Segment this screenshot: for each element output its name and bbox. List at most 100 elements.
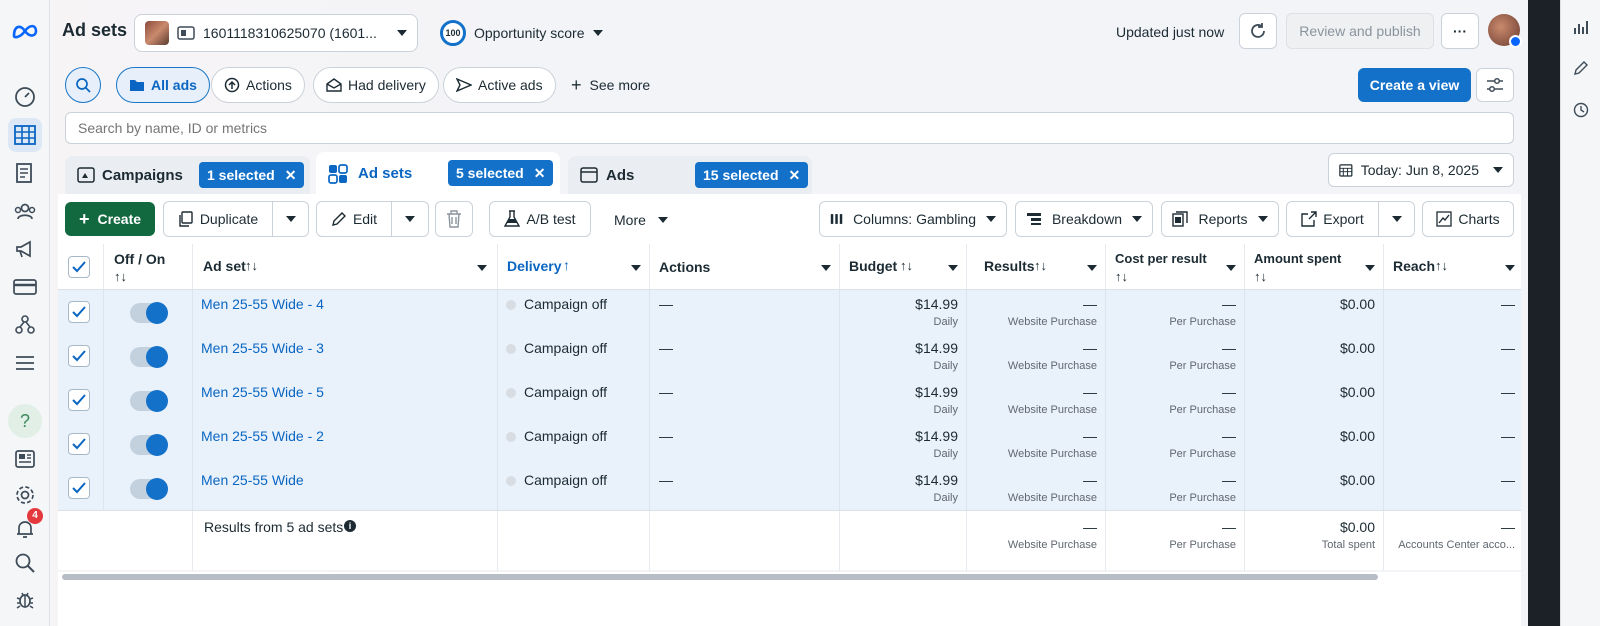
close-icon[interactable]: ✕: [534, 165, 546, 182]
pencil-icon[interactable]: [1571, 58, 1591, 78]
sort-icon[interactable]: ↑↓: [245, 258, 258, 273]
charts-button[interactable]: Charts: [1422, 201, 1514, 237]
header-budget[interactable]: Budget ↑↓: [840, 244, 967, 290]
settings-gear-icon[interactable]: [8, 478, 42, 512]
header-off-on[interactable]: Off / On ↑↓: [104, 244, 193, 290]
pages-icon[interactable]: [8, 156, 42, 190]
filter-active-ads[interactable]: Active ads: [443, 67, 556, 103]
duplicate-button[interactable]: Duplicate: [163, 201, 273, 237]
status-toggle[interactable]: [130, 390, 168, 412]
export-button[interactable]: Export: [1286, 201, 1379, 237]
table-row[interactable]: Men 25-55 Wide - 2 Campaign off — $14.99…: [58, 422, 1521, 466]
adset-name-link[interactable]: Men 25-55 Wide - 3: [201, 340, 324, 356]
meta-logo-icon[interactable]: [8, 14, 42, 48]
row-checkbox[interactable]: [68, 477, 90, 499]
refresh-button[interactable]: [1239, 13, 1277, 49]
edit-dropdown[interactable]: [391, 201, 429, 237]
export-dropdown[interactable]: [1378, 201, 1415, 237]
table-row[interactable]: Men 25-55 Wide - 5 Campaign off — $14.99…: [58, 378, 1521, 422]
column-menu-icon[interactable]: [821, 265, 831, 271]
horizontal-scrollbar[interactable]: [62, 574, 1378, 580]
adset-name-link[interactable]: Men 25-55 Wide: [201, 472, 304, 488]
header-results[interactable]: Results ↑↓: [967, 244, 1106, 290]
bug-report-icon[interactable]: [8, 582, 42, 616]
header-actions[interactable]: Actions: [650, 244, 840, 290]
breakdown-button[interactable]: Breakdown: [1015, 201, 1153, 237]
profile-avatar[interactable]: [1488, 14, 1522, 48]
column-menu-icon[interactable]: [1365, 265, 1375, 271]
help-icon[interactable]: ?: [8, 404, 42, 438]
sort-icon[interactable]: ↑↓: [1115, 269, 1128, 284]
column-menu-icon[interactable]: [1505, 265, 1515, 271]
clock-history-icon[interactable]: [1571, 100, 1591, 120]
table-row[interactable]: Men 25-55 Wide Campaign off — $14.99 Dail…: [58, 466, 1521, 510]
sort-ascending-icon[interactable]: ↑: [563, 257, 570, 273]
edit-button[interactable]: Edit: [316, 201, 392, 237]
audiences-icon[interactable]: [8, 194, 42, 228]
row-checkbox[interactable]: [68, 389, 90, 411]
row-checkbox[interactable]: [68, 345, 90, 367]
search-input[interactable]: [65, 112, 1514, 144]
filter-all-ads[interactable]: All ads: [116, 67, 210, 103]
more-options-button[interactable]: ···: [1441, 13, 1479, 49]
duplicate-dropdown[interactable]: [272, 201, 309, 237]
more-toolbar-button[interactable]: More: [614, 212, 668, 228]
table-row[interactable]: Men 25-55 Wide - 3 Campaign off — $14.99…: [58, 334, 1521, 378]
all-tools-menu-icon[interactable]: [8, 346, 42, 380]
create-button[interactable]: + Create: [65, 202, 155, 236]
row-checkbox[interactable]: [68, 433, 90, 455]
ads-selected-chip[interactable]: 15 selected ✕: [695, 162, 809, 188]
column-menu-icon[interactable]: [1087, 265, 1097, 271]
header-amount-spent[interactable]: Amount spent ↑↓: [1245, 244, 1384, 290]
adset-name-link[interactable]: Men 25-55 Wide - 5: [201, 384, 324, 400]
search-toggle-button[interactable]: [65, 67, 101, 103]
table-row[interactable]: Men 25-55 Wide - 4 Campaign off — $14.99…: [58, 290, 1521, 334]
review-publish-button[interactable]: Review and publish: [1286, 13, 1434, 49]
columns-button[interactable]: Columns: Gambling: [819, 201, 1007, 237]
column-menu-icon[interactable]: [948, 265, 958, 271]
sort-icon[interactable]: ↑↓: [114, 269, 127, 284]
header-cost-per-result[interactable]: Cost per result ↑↓: [1106, 244, 1245, 290]
column-menu-icon[interactable]: [631, 265, 641, 271]
notifications-bell-icon[interactable]: 4: [8, 508, 43, 546]
close-icon[interactable]: ✕: [789, 167, 801, 184]
account-selector[interactable]: 1601118310625070 (1601...: [134, 14, 418, 52]
ads-manager-table-icon[interactable]: [8, 118, 42, 152]
view-settings-button[interactable]: [1476, 68, 1514, 102]
create-view-button[interactable]: Create a view: [1358, 68, 1471, 102]
news-icon[interactable]: [8, 442, 42, 476]
row-checkbox[interactable]: [68, 301, 90, 323]
bar-chart-icon[interactable]: [1571, 17, 1591, 37]
select-all-checkbox[interactable]: [68, 256, 90, 278]
header-adset[interactable]: Ad set ↑↓: [193, 244, 498, 290]
search-nav-icon[interactable]: [8, 546, 42, 580]
megaphone-icon[interactable]: [8, 232, 42, 266]
status-toggle[interactable]: [130, 478, 168, 500]
see-more-button[interactable]: + See more: [571, 76, 650, 94]
date-range-picker[interactable]: Today: Jun 8, 2025: [1328, 153, 1514, 187]
reports-button[interactable]: Reports: [1161, 201, 1279, 237]
status-toggle[interactable]: [130, 346, 168, 368]
billing-card-icon[interactable]: [8, 270, 42, 304]
sort-icon[interactable]: ↑↓: [1435, 258, 1448, 273]
column-menu-icon[interactable]: [1226, 265, 1236, 271]
sort-icon[interactable]: ↑↓: [900, 258, 913, 273]
header-reach[interactable]: Reach ↑↓: [1384, 244, 1521, 290]
dashboard-icon[interactable]: [8, 80, 42, 114]
ab-test-button[interactable]: A/B test: [489, 201, 591, 237]
filter-had-delivery[interactable]: Had delivery: [313, 67, 439, 103]
status-toggle[interactable]: [130, 302, 168, 324]
opportunity-score[interactable]: 100 Opportunity score: [440, 20, 603, 46]
delete-button[interactable]: [435, 201, 473, 237]
adset-name-link[interactable]: Men 25-55 Wide - 4: [201, 296, 324, 312]
adsets-selected-chip[interactable]: 5 selected ✕: [448, 160, 554, 186]
adset-name-link[interactable]: Men 25-55 Wide - 2: [201, 428, 324, 444]
sort-icon[interactable]: ↑↓: [1254, 269, 1267, 284]
events-manager-icon[interactable]: [8, 308, 42, 342]
filter-actions[interactable]: Actions: [211, 67, 305, 103]
close-icon[interactable]: ✕: [285, 167, 297, 184]
campaigns-selected-chip[interactable]: 1 selected ✕: [199, 162, 305, 188]
column-menu-icon[interactable]: [477, 265, 487, 271]
status-toggle[interactable]: [130, 434, 168, 456]
header-delivery[interactable]: Delivery ↑: [498, 244, 650, 290]
